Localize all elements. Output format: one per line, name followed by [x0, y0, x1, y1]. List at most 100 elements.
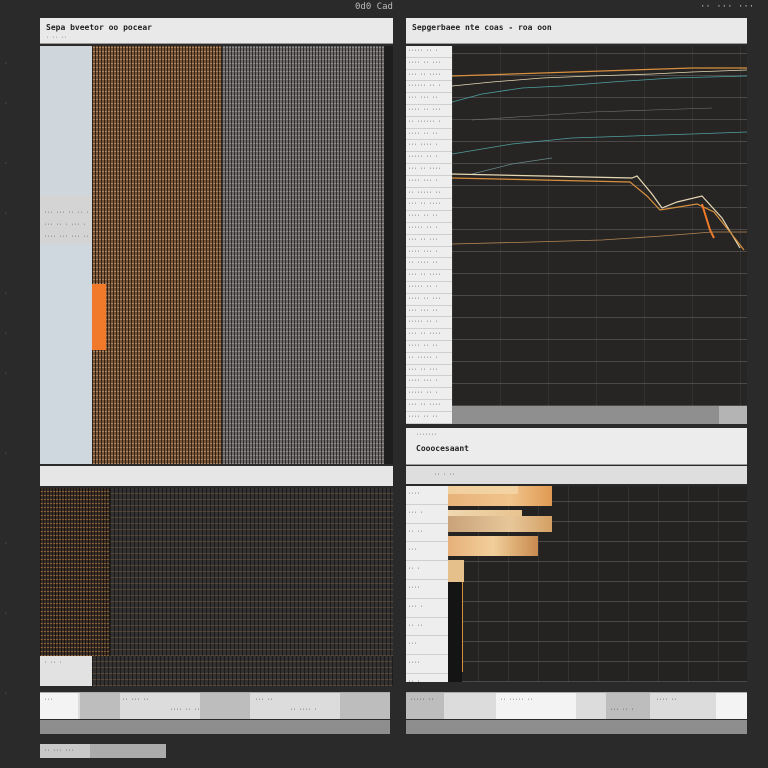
left-heatmap-brown: [92, 46, 222, 464]
right-top-row-label-26: ···· ·· ··: [406, 341, 452, 353]
right-bottom-subheader: ·· · ··: [406, 466, 747, 484]
bar-4: [448, 536, 538, 556]
right-bottom-row-label-3: ·· ··: [406, 524, 448, 543]
bar-1-highlight: [448, 486, 518, 494]
right-top-row-label-20: ··· ·· ····: [406, 270, 452, 282]
right-footer-bar: ····· ·· ·· ····· ·· ··· ·· · ···· ··: [406, 692, 747, 719]
series-line-7: [452, 177, 745, 251]
left-footer-tab-3[interactable]: ···· ·· ··: [170, 707, 200, 713]
right-top-row-label-23: ··· ··· ··: [406, 306, 452, 318]
topbar-right-text: ·· ··· ···: [700, 2, 755, 12]
right-footer-text-2[interactable]: ·· ····· ··: [500, 697, 533, 703]
right-top-chart-area: [452, 46, 747, 406]
right-top-line-chart: [452, 67, 747, 251]
left-label-1: ··· ··· ·· ·· ·: [44, 210, 90, 216]
right-top-row-label-16: ····· ·· ·: [406, 223, 452, 235]
series-line-3: [452, 75, 747, 103]
right-top-panel-header: Sepgerbaee nte coas - roa oon: [406, 18, 747, 44]
right-footer-strip: [406, 720, 747, 734]
right-top-row-label-4: ······ ·· ·: [406, 81, 452, 94]
left-footer-tab-4[interactable]: ··· ··: [255, 697, 273, 703]
right-bottom-row-label-9: ···: [406, 636, 448, 656]
left-lower-label-box: · ·· ·: [40, 656, 92, 686]
right-top-row-label-6: ···· ·· ···: [406, 105, 452, 117]
left-panel-title: Sepa bveetor oo pocear: [46, 23, 152, 32]
right-top-scroll-strip[interactable]: [452, 406, 747, 424]
bar-6-edge: [462, 582, 463, 672]
left-footer-strip: [40, 720, 390, 734]
right-top-row-label-24: ····· ·· ·: [406, 317, 452, 330]
series-line-5: [471, 157, 553, 175]
left-panel-header: Sepa bveetor oo pocear · ·· ··: [40, 18, 393, 44]
series-line-9: [452, 231, 747, 245]
right-bottom-subtitle: ·· · ··: [434, 472, 456, 478]
right-bottom-panel-header: ······· Cooocesaant: [406, 428, 747, 465]
right-top-row-label-21: ····· ·· ·: [406, 282, 452, 294]
right-bottom-row-label-6: ····: [406, 580, 448, 599]
left-label-2: ··· ·· · ··· ·: [44, 222, 87, 228]
right-top-row-label-28: ··· ·· ···: [406, 365, 452, 377]
right-bottom-row-label-10: ····: [406, 655, 448, 674]
right-top-row-label-15: ···· ·· ··: [406, 211, 452, 223]
left-rail: · · · · · · · · · · ·: [4, 60, 8, 697]
bar-3: [448, 516, 552, 532]
left-footer-tab-5[interactable]: ·· ···· ·: [290, 707, 317, 713]
left-footer-tab-2[interactable]: ·· ··· ··: [122, 697, 149, 703]
left-footer-tab-1[interactable]: ···: [44, 697, 53, 703]
right-top-row-label-13: ·· ····· ··: [406, 188, 452, 200]
right-footer-text-1[interactable]: ····· ··: [410, 697, 434, 703]
left-label-column: ··· ··· ·· ·· · ··· ·· · ··· · ···· ··· …: [40, 46, 92, 464]
right-top-row-label-17: ··· ·· ···: [406, 235, 452, 247]
right-bottom-row-label-7: ··· ·: [406, 599, 448, 618]
right-bottom-bar-chart: [448, 486, 747, 682]
right-bottom-tag: ·······: [416, 432, 438, 438]
right-top-row-label-18: ···· ··· ·: [406, 247, 452, 259]
series-line-6: [452, 173, 741, 249]
right-top-row-label-25: ··· ·· ····: [406, 329, 452, 341]
series-line-2: [452, 69, 747, 87]
right-footer-text-4[interactable]: ···· ··: [656, 697, 677, 703]
right-top-row-label-3: ··· ·· ····: [406, 70, 452, 82]
right-bottom-row-label-4: ···: [406, 542, 448, 562]
right-footer-text-3[interactable]: ··· ·· ·: [610, 707, 634, 713]
right-top-row-label-2: ···· ·· ···: [406, 58, 452, 70]
right-top-row-label-31: ··· ·· ····: [406, 400, 452, 412]
right-top-label-column: ····· ·· · ···· ·· ··· ··· ·· ···· ······ ·…: [406, 46, 452, 424]
right-bottom-title: Cooocesaant: [416, 444, 469, 453]
topbar-center-text: 0d0 Cad: [355, 2, 393, 12]
right-bottom-row-label-11: ·· ·: [406, 674, 448, 682]
right-top-row-label-1: ····· ·· ·: [406, 46, 452, 58]
bar-5: [448, 560, 464, 582]
right-top-row-label-19: ·· ···· ··: [406, 258, 452, 271]
left-scrollbar[interactable]: [384, 46, 393, 464]
right-top-row-label-9: ··· ···· ·: [406, 140, 452, 153]
right-top-row-label-33: ·· ··· ···: [406, 424, 452, 425]
right-top-row-label-27: ·· ····· ·: [406, 353, 452, 365]
right-bottom-row-label-8: ·· ··: [406, 618, 448, 637]
right-top-row-label-14: ··· ·· ····: [406, 199, 452, 212]
right-top-row-label-12: ···· ··· ·: [406, 176, 452, 188]
right-top-panel-title: Sepgerbaee nte coas - roa oon: [412, 23, 552, 32]
right-bottom-row-label-5: ·· ·: [406, 561, 448, 580]
right-bottom-row-label-1: ····: [406, 486, 448, 505]
right-bottom-row-label-2: ··· ·: [406, 505, 448, 524]
left-heatmap-grey: [222, 46, 384, 464]
left-lower-heatmap: [110, 488, 393, 656]
left-footer-bar: ··· ·· ··· ·· ···· ·· ·· ··· ·· ·· ···· …: [40, 692, 390, 719]
left-status-text: ·· ··· ···: [44, 748, 75, 754]
right-top-row-label-32: ···· ·· ··: [406, 412, 452, 424]
left-sub-label: · ·· ·: [44, 660, 63, 666]
series-line-4: [452, 131, 747, 155]
right-top-row-label-30: ····· ·· ·: [406, 388, 452, 400]
right-top-row-label-29: ···· ··· ·: [406, 376, 452, 389]
right-top-row-label-10: ····· ·· ·: [406, 152, 452, 164]
right-top-row-label-22: ···· ·· ···: [406, 294, 452, 306]
right-top-row-label-5: ··· ··· ··: [406, 93, 452, 105]
left-panel-subtitle: · ·· ··: [46, 35, 68, 41]
right-top-row-label-8: ···· ·· ··: [406, 129, 452, 141]
left-lower-heatmap-edge: [40, 488, 110, 656]
left-divider-bar: [40, 466, 393, 486]
bar-6: [448, 582, 462, 682]
left-lower-heatmap-tail: [92, 656, 393, 686]
right-bottom-label-column: ···· ··· · ·· ·· ··· ·· · ···· ··· · ·· ·· ··· ··…: [406, 486, 448, 682]
